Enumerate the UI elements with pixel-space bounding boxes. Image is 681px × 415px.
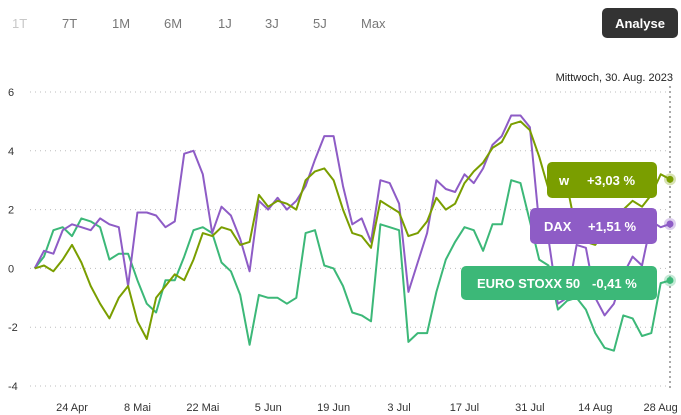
legend-badge-1: w +3,03 % [547, 162, 657, 198]
y-tick-label: 2 [8, 205, 14, 217]
legend-series-name: w [558, 173, 570, 188]
x-tick-label: 24 Apr [56, 402, 88, 414]
legend-series-name: DAX [544, 219, 572, 234]
y-tick-label: 4 [8, 146, 14, 158]
series-endpoint [666, 175, 674, 183]
legend-series-change: +3,03 % [587, 173, 636, 188]
x-tick-label: 28 Aug [644, 402, 678, 414]
y-tick-label: 6 [8, 87, 14, 99]
x-tick-label: 17 Jul [450, 402, 479, 414]
legend-series-change: -0,41 % [592, 276, 637, 291]
y-tick-label: -2 [8, 322, 18, 334]
legend-badge-2: EURO STOXX 50 -0,41 % [461, 266, 657, 300]
x-axis: 24 Apr 8 Mai 22 Mai 5 Jun 19 Jun 3 Jul 17 Jul 3… [56, 402, 678, 414]
series-endpoint [666, 276, 674, 284]
y-tick-label: -4 [8, 381, 18, 393]
x-tick-label: 3 Jul [387, 402, 410, 414]
x-tick-label: 19 Jun [317, 402, 350, 414]
x-tick-label: 22 Mai [186, 402, 219, 414]
x-tick-label: 5 Jun [255, 402, 282, 414]
x-tick-label: 31 Jul [515, 402, 544, 414]
legend-series-change: +1,51 % [588, 219, 637, 234]
legend-series-name: EURO STOXX 50 [477, 276, 580, 291]
legend-badge-0: DAX +1,51 % [530, 208, 657, 244]
series-endpoint [666, 220, 674, 228]
y-tick-label: 0 [8, 263, 14, 275]
y-axis: -4 -2 0 2 4 6 [8, 87, 18, 393]
performance-chart[interactable]: -4 -2 0 2 4 6 24 Apr 8 Mai 22 Mai 5 Jun 19 Jun 3 J… [0, 0, 681, 415]
x-tick-label: 8 Mai [124, 402, 151, 414]
x-tick-label: 14 Aug [578, 402, 612, 414]
